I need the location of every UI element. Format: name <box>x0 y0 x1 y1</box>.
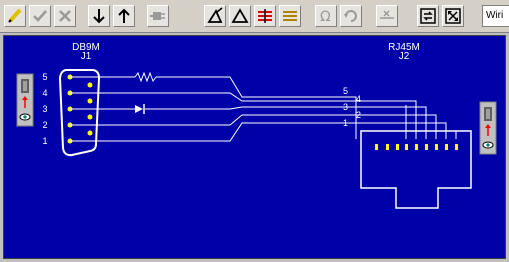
rj45-contacts <box>375 144 458 150</box>
db9-pin-3-label: 3 <box>42 104 47 114</box>
db9-shell[interactable] <box>58 69 101 157</box>
db9-pin-2-label: 2 <box>42 120 47 130</box>
rj45-wire-label-3: 3 <box>343 102 348 112</box>
wire-5b <box>156 76 357 139</box>
plug-icon <box>150 12 165 20</box>
yellow-lines-button[interactable] <box>279 5 301 27</box>
svg-text:Ω: Ω <box>320 9 331 25</box>
connector2-ref: J2 <box>399 51 410 62</box>
rj45-shell[interactable] <box>360 130 472 209</box>
cross-button[interactable] <box>54 5 76 27</box>
schematic-icon <box>380 10 394 19</box>
arrow-up-icon <box>118 8 130 23</box>
wiring-editor-window: Ω Wiri DB9M J1 RJ45M J2 5 4 3 2 1 5 4 3 … <box>0 0 509 262</box>
refresh-icon <box>344 10 357 22</box>
yellow-lines-icon <box>283 11 297 21</box>
rj45-wire-label-2: 2 <box>356 110 361 120</box>
check-icon <box>33 10 47 22</box>
triangle-edit-icon <box>207 7 223 23</box>
rj45-wire-label-1: 1 <box>343 118 348 128</box>
omega-icon: Ω <box>320 9 331 25</box>
pencil-button[interactable] <box>4 5 26 27</box>
wire-2 <box>70 114 437 139</box>
omega-button[interactable]: Ω <box>315 5 337 27</box>
left-view-icon[interactable] <box>16 73 34 127</box>
swap-icon <box>420 8 436 24</box>
arrow-down-icon <box>93 9 105 24</box>
triangle-icon <box>231 8 249 23</box>
red-lines-button[interactable] <box>254 5 276 27</box>
triangle-button[interactable] <box>229 5 251 27</box>
db9-pin-1-label: 1 <box>42 136 47 146</box>
connector1-ref: J1 <box>81 51 92 62</box>
schematic-canvas[interactable]: DB9M J1 RJ45M J2 5 4 3 2 1 5 4 3 2 1 <box>3 35 506 259</box>
check-button[interactable] <box>29 5 51 27</box>
red-lines-icon <box>258 9 272 23</box>
rj45-wire-label-4: 4 <box>356 94 361 104</box>
expand-button[interactable] <box>442 5 464 27</box>
db9-pin-4-label: 4 <box>42 88 47 98</box>
resistor <box>134 71 157 83</box>
refresh-button[interactable] <box>340 5 362 27</box>
expand-icon <box>445 8 461 24</box>
rj45-wire-label-5: 5 <box>343 86 348 96</box>
right-view-icon[interactable] <box>479 101 497 155</box>
db9-pin-5-label: 5 <box>42 72 47 82</box>
plug-button[interactable] <box>147 5 169 27</box>
wire-4 <box>70 92 417 139</box>
swap-button[interactable] <box>417 5 439 27</box>
triangle-edit-button[interactable] <box>204 5 226 27</box>
arrow-down-button[interactable] <box>88 5 110 27</box>
wiring-diagram: DB9M J1 RJ45M J2 5 4 3 2 1 5 4 3 2 1 <box>16 42 497 209</box>
pencil-icon <box>8 8 22 23</box>
mode-combo[interactable]: Wiri <box>482 5 509 27</box>
x-icon <box>59 10 71 22</box>
wire-1 <box>70 122 447 142</box>
schematic-button[interactable] <box>376 5 398 27</box>
toolbar: Ω Wiri <box>0 0 509 33</box>
arrow-up-button[interactable] <box>113 5 135 27</box>
diode[interactable] <box>135 104 145 114</box>
